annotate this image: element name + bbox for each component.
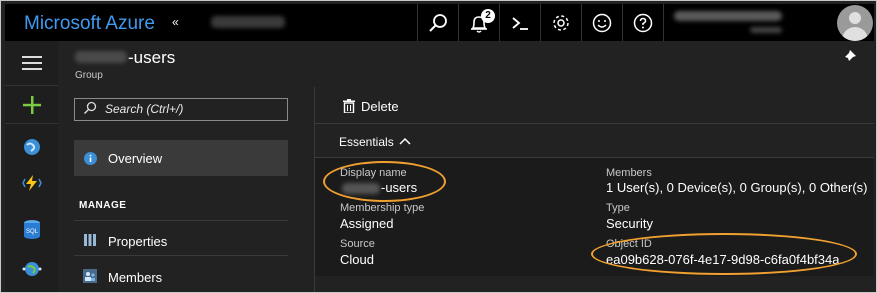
menu-divider xyxy=(74,255,288,256)
world-icon xyxy=(22,262,41,276)
sql-icon: SQL xyxy=(23,220,40,239)
help-icon xyxy=(633,13,653,32)
delete-button[interactable]: Delete xyxy=(361,99,399,114)
tenant-name-redacted xyxy=(211,16,285,28)
info-icon xyxy=(84,152,97,165)
menu-item-overview-label: Overview xyxy=(108,151,163,166)
menu-item-properties[interactable]: Properties xyxy=(108,234,167,249)
brand-title[interactable]: Microsoft Azure xyxy=(24,13,155,35)
group-name-redacted xyxy=(75,51,127,63)
blade-title: -users xyxy=(128,48,176,67)
left-nav: SQL xyxy=(5,41,58,292)
members-value[interactable]: 1 User(s), 0 Device(s), 0 Group(s), 0 Ot… xyxy=(606,180,868,195)
portal-window: Microsoft Azure « 2 SQL -users Group Sea… xyxy=(0,0,877,293)
gear-icon xyxy=(553,14,569,31)
plus-icon xyxy=(22,96,41,114)
notification-badge: 2 xyxy=(481,9,495,23)
nav-item-sql[interactable]: SQL xyxy=(5,211,58,247)
svg-text:SQL: SQL xyxy=(25,229,38,235)
hamburger-icon xyxy=(21,56,42,70)
nav-item-world[interactable] xyxy=(5,251,58,287)
essentials-toggle[interactable]: Essentials xyxy=(339,135,394,149)
search-button[interactable] xyxy=(417,4,458,41)
menu-section-manage: MANAGE xyxy=(79,200,127,211)
source-label: Source xyxy=(340,238,375,250)
menu-item-members[interactable]: Members xyxy=(108,270,162,285)
create-resource-button[interactable] xyxy=(5,87,58,123)
nav-item-globe[interactable] xyxy=(5,129,58,165)
trash-icon xyxy=(343,99,355,113)
chevron-up-icon[interactable] xyxy=(399,137,411,145)
top-bar: Microsoft Azure « 2 xyxy=(5,4,874,41)
globe-icon xyxy=(23,139,40,155)
command-bar-divider xyxy=(315,123,874,124)
cloud-shell-button[interactable] xyxy=(499,4,540,41)
pin-icon xyxy=(842,50,856,64)
cloud-shell-icon xyxy=(512,16,528,30)
source-value: Cloud xyxy=(340,252,374,267)
feedback-button[interactable] xyxy=(581,4,622,41)
collapse-chevron-icon[interactable]: « xyxy=(172,15,179,29)
membership-type-label: Membership type xyxy=(340,202,425,214)
members-label: Members xyxy=(606,167,652,179)
blade-subtitle: Group xyxy=(75,70,103,81)
help-button[interactable] xyxy=(622,4,664,41)
notifications-button[interactable]: 2 xyxy=(458,4,499,41)
search-icon xyxy=(429,13,447,32)
properties-icon xyxy=(84,234,96,246)
account-name-redacted[interactable] xyxy=(674,11,782,21)
type-value: Security xyxy=(606,216,653,231)
search-placeholder: Search (Ctrl+/) xyxy=(105,102,184,116)
settings-button[interactable] xyxy=(540,4,581,41)
account-directory-redacted xyxy=(750,27,782,33)
menu-divider xyxy=(74,220,288,221)
type-label: Type xyxy=(606,202,630,214)
display-name-highlight xyxy=(323,161,446,202)
menu-item-overview[interactable] xyxy=(74,140,288,176)
smiley-icon xyxy=(592,13,612,32)
menu-button[interactable] xyxy=(5,45,58,81)
membership-type-value: Assigned xyxy=(340,216,394,231)
pin-button[interactable] xyxy=(841,49,857,70)
nav-item-functions[interactable] xyxy=(5,165,58,201)
object-id-highlight xyxy=(591,233,857,275)
lightning-icon xyxy=(21,175,42,191)
search-icon xyxy=(84,101,97,114)
avatar[interactable] xyxy=(837,5,873,41)
members-icon xyxy=(83,269,97,283)
